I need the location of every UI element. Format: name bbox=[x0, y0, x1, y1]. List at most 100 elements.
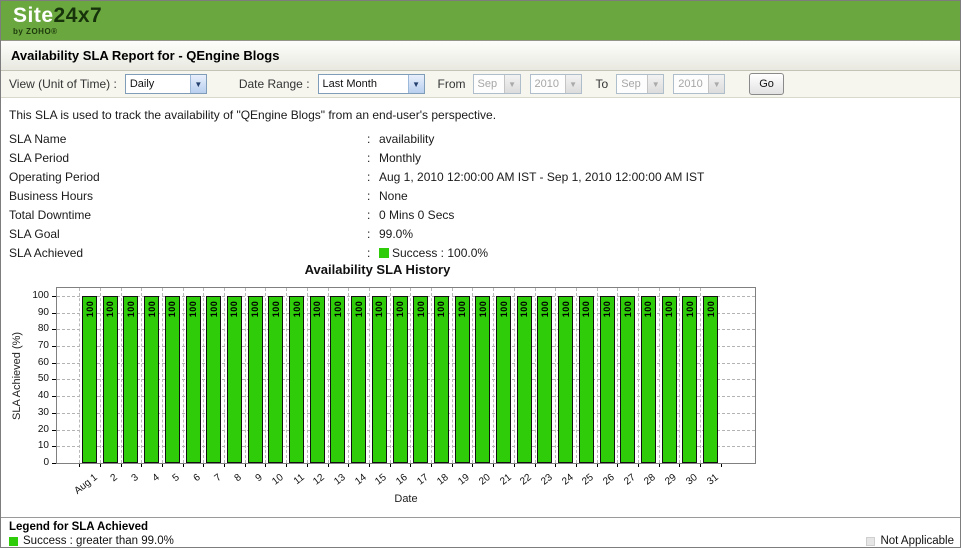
bar-value-label: 100 bbox=[292, 301, 302, 318]
chevron-down-icon: ▼ bbox=[647, 75, 663, 93]
x-axis-tick bbox=[162, 464, 163, 467]
summary-label: Business Hours bbox=[9, 189, 367, 203]
date-range-label: Date Range : bbox=[239, 77, 310, 91]
x-axis-tick bbox=[638, 464, 639, 467]
bar: 100 bbox=[289, 296, 304, 463]
date-range-select-value: Last Month bbox=[323, 78, 377, 90]
y-axis-tick bbox=[52, 379, 56, 380]
summary-label: SLA Goal bbox=[9, 227, 367, 241]
x-tick-label: 12 bbox=[311, 472, 327, 488]
to-label: To bbox=[596, 77, 609, 91]
summary-colon: : bbox=[367, 208, 379, 222]
x-gridline bbox=[100, 288, 101, 463]
bar: 100 bbox=[600, 296, 615, 463]
x-axis-tick bbox=[597, 464, 598, 467]
bar: 100 bbox=[103, 296, 118, 463]
bar-value-label: 100 bbox=[519, 301, 529, 318]
y-axis-tick bbox=[52, 413, 56, 414]
x-tick-label: 11 bbox=[291, 472, 306, 487]
x-axis-tick bbox=[224, 464, 225, 467]
y-tick-label: 30 bbox=[3, 407, 49, 418]
summary-row: SLA Period:Monthly bbox=[9, 148, 960, 167]
bar-value-label: 100 bbox=[457, 301, 467, 318]
bar: 100 bbox=[186, 296, 201, 463]
bar: 100 bbox=[144, 296, 159, 463]
x-axis-tick bbox=[286, 464, 287, 467]
x-tick-label: 19 bbox=[456, 472, 472, 488]
summary-value: 0 Mins 0 Secs bbox=[379, 208, 454, 222]
logo-text: Site24x7 bbox=[13, 5, 102, 26]
availability-sla-history-chart: Availability SLA History SLA Achieved (%… bbox=[1, 256, 961, 511]
bar: 100 bbox=[351, 296, 366, 463]
x-axis-title: Date bbox=[56, 493, 756, 505]
bar: 100 bbox=[434, 296, 449, 463]
x-tick-label: 9 bbox=[254, 472, 265, 484]
go-button[interactable]: Go bbox=[749, 73, 784, 95]
summary-row: Total Downtime:0 Mins 0 Secs bbox=[9, 205, 960, 224]
bar-value-label: 100 bbox=[271, 301, 281, 318]
summary-value: Aug 1, 2010 12:00:00 AM IST - Sep 1, 201… bbox=[379, 170, 704, 184]
page: Site24x7 by ZOHO® Availability SLA Repor… bbox=[0, 0, 961, 548]
bar-value-label: 100 bbox=[374, 301, 384, 318]
date-range-select[interactable]: Last Month ▼ bbox=[318, 74, 425, 94]
x-axis-tick bbox=[245, 464, 246, 467]
x-axis-tick bbox=[679, 464, 680, 467]
bar: 100 bbox=[330, 296, 345, 463]
x-gridline bbox=[286, 288, 287, 463]
view-label: View (Unit of Time) : bbox=[9, 77, 117, 91]
bar-value-label: 100 bbox=[581, 301, 591, 318]
x-tick-label: 28 bbox=[643, 472, 659, 488]
bar: 100 bbox=[496, 296, 511, 463]
bar: 100 bbox=[248, 296, 263, 463]
bar-value-label: 100 bbox=[499, 301, 509, 318]
x-gridline bbox=[700, 288, 701, 463]
x-gridline bbox=[659, 288, 660, 463]
x-axis-tick bbox=[328, 464, 329, 467]
x-tick-label: 20 bbox=[477, 472, 493, 488]
y-tick-label: 50 bbox=[3, 373, 49, 384]
logo-by-zoho: by ZOHO® bbox=[13, 28, 102, 36]
x-gridline bbox=[141, 288, 142, 463]
x-gridline bbox=[369, 288, 370, 463]
x-tick-label: 29 bbox=[663, 472, 679, 488]
to-month-value: Sep bbox=[621, 78, 641, 90]
summary-value: None bbox=[379, 189, 408, 203]
bar-value-label: 100 bbox=[85, 301, 95, 318]
bar-value-label: 100 bbox=[229, 301, 239, 318]
x-axis-tick bbox=[410, 464, 411, 467]
chevron-down-icon: ▼ bbox=[504, 75, 520, 93]
x-tick-label: 8 bbox=[233, 472, 244, 484]
x-axis-tick bbox=[535, 464, 536, 467]
x-gridline bbox=[390, 288, 391, 463]
x-axis-tick bbox=[514, 464, 515, 467]
x-gridline bbox=[555, 288, 556, 463]
summary-colon: : bbox=[367, 132, 379, 146]
bar: 100 bbox=[662, 296, 677, 463]
x-axis-tick bbox=[659, 464, 660, 467]
view-select[interactable]: Daily ▼ bbox=[125, 74, 207, 94]
y-axis-tick bbox=[52, 446, 56, 447]
logo-247-part: 24x7 bbox=[54, 4, 103, 27]
legend-heading: Legend for SLA Achieved bbox=[9, 521, 954, 533]
bar: 100 bbox=[393, 296, 408, 463]
summary-value: 99.0% bbox=[379, 227, 413, 241]
from-month-value: Sep bbox=[478, 78, 498, 90]
sla-description: This SLA is used to track the availabili… bbox=[9, 108, 960, 122]
x-axis-tick bbox=[617, 464, 618, 467]
x-axis-tick bbox=[369, 464, 370, 467]
legend-row: Success : greater than 99.0% Not Applica… bbox=[9, 535, 954, 547]
y-tick-label: 80 bbox=[3, 323, 49, 334]
x-tick-label: 7 bbox=[212, 472, 223, 484]
controls-bar: View (Unit of Time) : Daily ▼ Date Range… bbox=[1, 71, 960, 98]
x-tick-label: 26 bbox=[601, 472, 617, 488]
bar-value-label: 100 bbox=[354, 301, 364, 318]
x-axis-tick bbox=[452, 464, 453, 467]
x-axis-tick bbox=[265, 464, 266, 467]
x-gridline bbox=[121, 288, 122, 463]
bar-value-label: 100 bbox=[333, 301, 343, 318]
bar: 100 bbox=[641, 296, 656, 463]
x-axis-tick bbox=[79, 464, 80, 467]
bar-value-label: 100 bbox=[540, 301, 550, 318]
x-gridline bbox=[79, 288, 80, 463]
x-tick-label: 2 bbox=[109, 472, 120, 484]
